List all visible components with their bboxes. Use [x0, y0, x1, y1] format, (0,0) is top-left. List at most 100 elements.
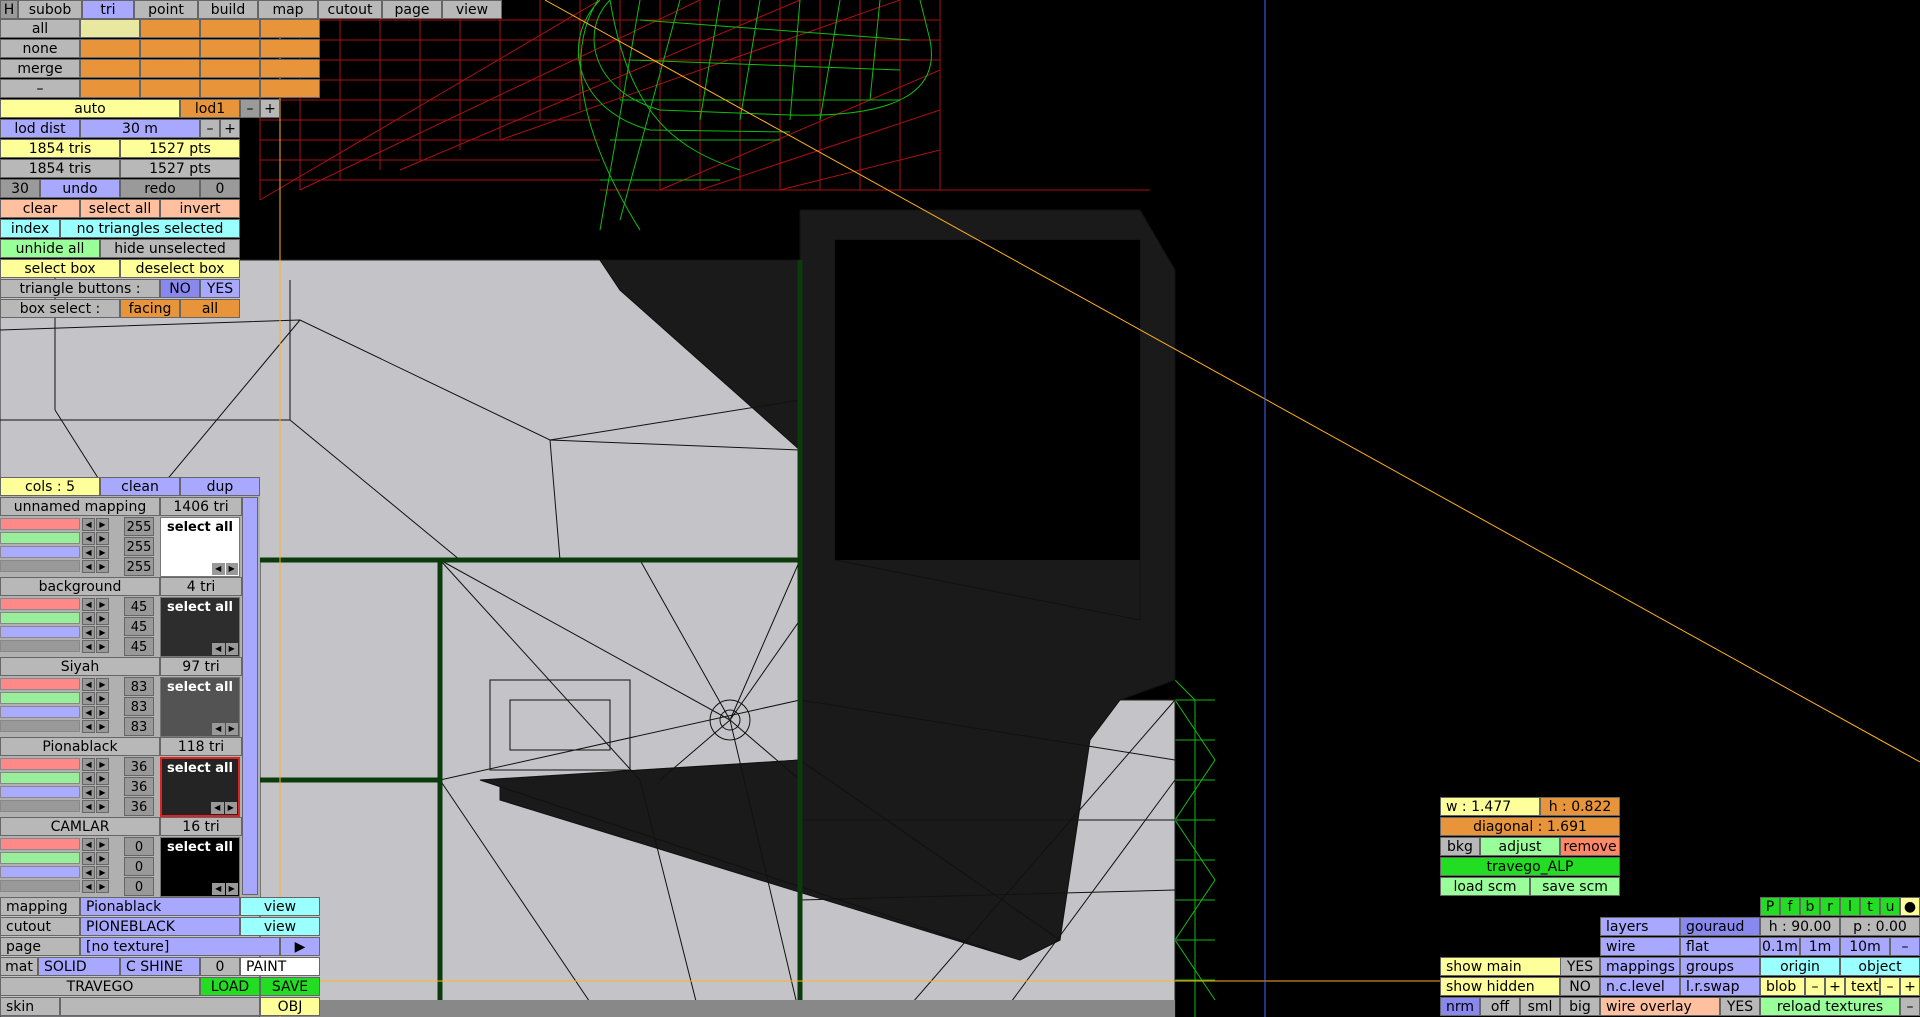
color-value-b[interactable]: 0 — [124, 877, 154, 896]
arrow-right-icon[interactable]: ▶ — [96, 626, 109, 639]
view-7[interactable]: ● — [1900, 897, 1920, 916]
tab-map[interactable]: map — [258, 0, 318, 19]
arrow-right-icon[interactable]: ▶ — [96, 706, 109, 719]
redo-button[interactable]: redo — [120, 179, 200, 198]
lod-plus-button[interactable]: + — [260, 99, 280, 118]
color-value-b[interactable]: 255 — [124, 557, 154, 576]
color-value-b[interactable]: 45 — [124, 637, 154, 656]
arrow-right-icon[interactable]: ▶ — [96, 720, 109, 733]
color-slider-r[interactable] — [0, 678, 80, 690]
swatch-scroll[interactable]: ◀ ▶ — [211, 802, 237, 814]
color-value-r[interactable]: 45 — [124, 597, 154, 616]
color-slider-r[interactable] — [0, 518, 80, 530]
sel-cell[interactable] — [260, 19, 320, 38]
adjust-button[interactable]: adjust — [1480, 837, 1560, 856]
color-value-g[interactable]: 36 — [124, 777, 154, 796]
sel-cell[interactable] — [140, 59, 200, 78]
view-3[interactable]: r — [1820, 897, 1840, 916]
arrow-left-icon[interactable]: ◀ — [82, 720, 95, 733]
sel-row-1[interactable]: none — [0, 39, 80, 58]
arrow-left-icon[interactable]: ◀ — [82, 560, 95, 573]
color-slider-g[interactable] — [0, 772, 80, 784]
arrow-left-icon[interactable]: ◀ — [82, 546, 95, 559]
tab-cutout[interactable]: cutout — [318, 0, 382, 19]
arrow-left-icon[interactable]: ◀ — [82, 678, 95, 691]
arrow-right-icon[interactable]: ▶ — [96, 598, 109, 611]
color-slider-a[interactable] — [0, 800, 80, 812]
arrow-right-icon[interactable]: ▶ — [96, 880, 109, 893]
arrow-right-icon[interactable]: ▶ — [96, 546, 109, 559]
shine-value[interactable]: 0 — [200, 957, 240, 976]
color-value-r[interactable]: 83 — [124, 677, 154, 696]
text-minus[interactable]: – — [1880, 977, 1900, 996]
arrow-left-icon[interactable]: ◀ — [82, 838, 95, 851]
grid-0-1m[interactable]: 0.1m — [1760, 937, 1800, 956]
gouraud-button[interactable]: gouraud — [1680, 917, 1760, 936]
swatch-scroll[interactable]: ◀ ▶ — [212, 643, 238, 655]
material-name[interactable]: CAMLAR — [0, 817, 160, 836]
sel-cell[interactable] — [140, 19, 200, 38]
arrow-right-icon[interactable]: ▶ — [224, 802, 237, 814]
sel-cell[interactable] — [200, 79, 260, 98]
save-button[interactable]: SAVE — [260, 977, 320, 996]
select-box-button[interactable]: select box — [0, 259, 120, 278]
index-button[interactable]: index — [0, 219, 60, 238]
sel-cell[interactable] — [80, 79, 140, 98]
sel-row-2[interactable]: merge — [0, 59, 80, 78]
load-scm-button[interactable]: load scm — [1440, 877, 1530, 896]
color-value-g[interactable]: 45 — [124, 617, 154, 636]
lod-dist-minus[interactable]: – — [200, 119, 220, 138]
arrow-left-icon[interactable]: ◀ — [82, 852, 95, 865]
grid-1m[interactable]: 1m — [1800, 937, 1840, 956]
arrow-left-icon[interactable]: ◀ — [82, 880, 95, 893]
select-all-button[interactable]: select all — [80, 199, 160, 218]
dup-button[interactable]: dup — [180, 477, 260, 496]
arrow-right-icon[interactable]: ▶ — [96, 772, 109, 785]
reload-minus[interactable]: – — [1900, 997, 1920, 1016]
normals-nrm[interactable]: nrm — [1440, 997, 1480, 1016]
triangle-buttons-no[interactable]: NO — [160, 279, 200, 298]
clean-button[interactable]: clean — [100, 477, 180, 496]
color-slider-b[interactable] — [0, 866, 80, 878]
tab-page[interactable]: page — [382, 0, 442, 19]
sel-cell[interactable] — [260, 39, 320, 58]
page-next-icon[interactable]: ▶ — [280, 937, 320, 956]
normals-sml[interactable]: sml — [1520, 997, 1560, 1016]
lod-minus-button[interactable]: – — [240, 99, 260, 118]
tab-tri[interactable]: tri — [82, 0, 134, 19]
color-value-r[interactable]: 36 — [124, 757, 154, 776]
bkg-button[interactable]: bkg — [1440, 837, 1480, 856]
color-slider-b[interactable] — [0, 786, 80, 798]
text-plus[interactable]: + — [1900, 977, 1920, 996]
tab-point[interactable]: point — [134, 0, 198, 19]
swatch-scroll[interactable]: ◀ ▶ — [212, 723, 238, 735]
color-value-r[interactable]: 0 — [124, 837, 154, 856]
arrow-right-icon[interactable]: ▶ — [96, 692, 109, 705]
color-slider-a[interactable] — [0, 560, 80, 572]
color-slider-r[interactable] — [0, 758, 80, 770]
blob-plus[interactable]: + — [1825, 977, 1845, 996]
hide-unselected-button[interactable]: hide unselected — [100, 239, 240, 258]
arrow-right-icon[interactable]: ▶ — [225, 723, 238, 735]
arrow-left-icon[interactable]: ◀ — [82, 640, 95, 653]
groups-button[interactable]: groups — [1680, 957, 1760, 976]
color-slider-g[interactable] — [0, 852, 80, 864]
view-5[interactable]: t — [1860, 897, 1880, 916]
arrow-left-icon[interactable]: ◀ — [82, 518, 95, 531]
swatch-scroll[interactable]: ◀ ▶ — [212, 563, 238, 575]
show-hidden-value[interactable]: NO — [1560, 977, 1600, 996]
load-button[interactable]: LOAD — [200, 977, 260, 996]
color-slider-b[interactable] — [0, 546, 80, 558]
view-6[interactable]: u — [1880, 897, 1900, 916]
remove-button[interactable]: remove — [1560, 837, 1620, 856]
arrow-left-icon[interactable]: ◀ — [82, 612, 95, 625]
clear-button[interactable]: clear — [0, 199, 80, 218]
arrow-left-icon[interactable]: ◀ — [212, 723, 225, 735]
lod-auto-button[interactable]: auto — [0, 99, 180, 118]
arrow-right-icon[interactable]: ▶ — [96, 518, 109, 531]
color-value-g[interactable]: 255 — [124, 537, 154, 556]
swatch-scroll[interactable]: ◀ ▶ — [212, 883, 238, 895]
view-0[interactable]: P — [1760, 897, 1780, 916]
arrow-right-icon[interactable]: ▶ — [96, 786, 109, 799]
view-2[interactable]: b — [1800, 897, 1820, 916]
